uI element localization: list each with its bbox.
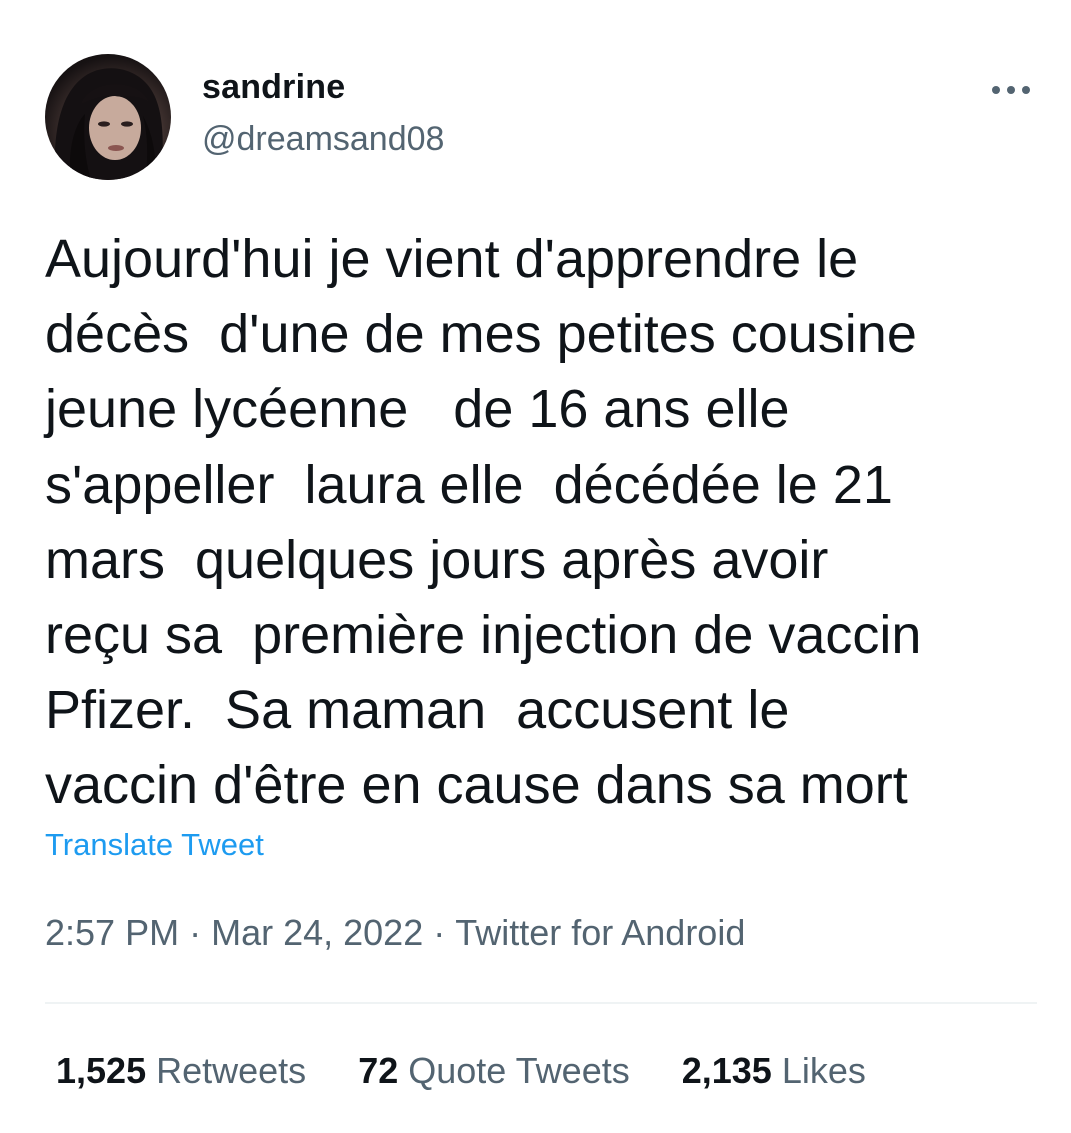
quote-tweets-label: Quote Tweets <box>408 1050 630 1091</box>
quote-tweets-stat[interactable]: 72 Quote Tweets <box>358 1050 630 1092</box>
tweet-date[interactable]: Mar 24, 2022 <box>211 912 423 953</box>
likes-count: 2,135 <box>681 1050 772 1091</box>
retweets-stat[interactable]: 1,525 Retweets <box>56 1050 306 1092</box>
tweet-card: sandrine @dreamsand08 Aujourd'hui je vie… <box>0 0 1071 1133</box>
tweet-source[interactable]: Twitter for Android <box>455 912 745 953</box>
translate-tweet-link[interactable]: Translate Tweet <box>45 827 264 863</box>
tweet-text: Aujourd'hui je vient d'apprendre le décè… <box>45 229 922 816</box>
separator: · <box>433 912 446 953</box>
ellipsis-horizontal-icon <box>992 86 1030 94</box>
user-handle[interactable]: @dreamsand08 <box>202 120 444 159</box>
retweets-label: Retweets <box>156 1050 307 1091</box>
tweet-metadata: 2:57 PM · Mar 24, 2022 · Twitter for Android <box>45 912 745 954</box>
engagement-stats: 1,525 Retweets 72 Quote Tweets 2,135 Lik… <box>56 1050 866 1092</box>
tweet-time[interactable]: 2:57 PM <box>45 912 179 953</box>
likes-stat[interactable]: 2,135 Likes <box>682 1050 866 1092</box>
quote-tweets-count: 72 <box>358 1050 399 1091</box>
separator: · <box>189 912 202 953</box>
avatar[interactable] <box>45 54 171 180</box>
more-options-button[interactable] <box>984 72 1038 108</box>
retweets-count: 1,525 <box>56 1050 147 1091</box>
display-name[interactable]: sandrine <box>202 68 345 107</box>
likes-label: Likes <box>781 1050 866 1091</box>
divider <box>45 1002 1037 1004</box>
profile-photo-icon <box>54 68 163 180</box>
